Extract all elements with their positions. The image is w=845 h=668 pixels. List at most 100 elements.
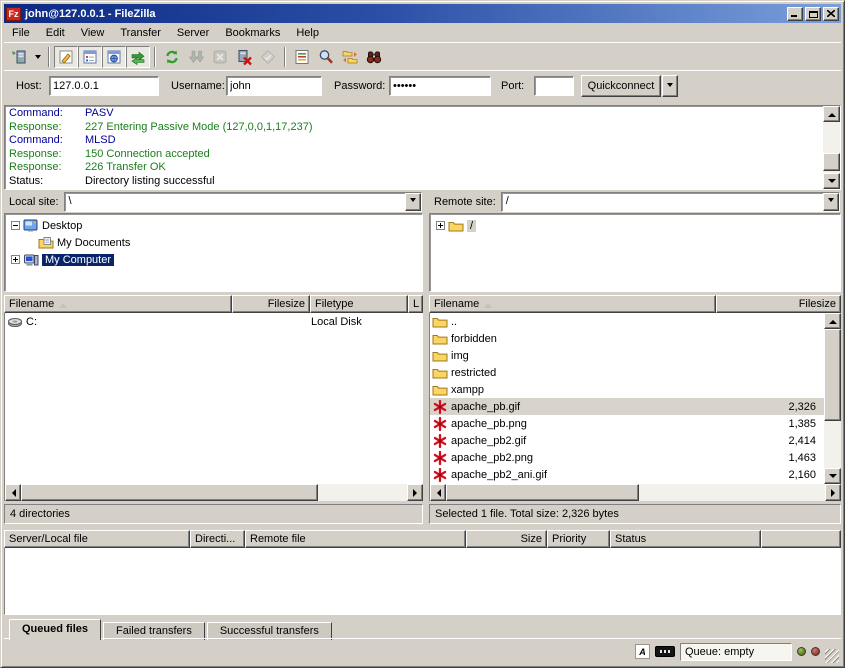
- synchronized-browsing-icon[interactable]: [338, 46, 362, 68]
- scroll-left-icon[interactable]: [430, 484, 446, 501]
- remote-site-dropdown-icon[interactable]: [823, 193, 839, 211]
- menu-bookmarks[interactable]: Bookmarks: [217, 25, 288, 41]
- remote-site-bar: Remote site: /: [429, 191, 841, 212]
- column-server-local-file[interactable]: Server/Local file: [4, 530, 190, 548]
- process-queue-icon[interactable]: [184, 46, 208, 68]
- scrollbar-thumb[interactable]: [823, 153, 840, 171]
- menu-edit[interactable]: Edit: [38, 25, 73, 41]
- menu-view[interactable]: View: [73, 25, 113, 41]
- folder-icon: [432, 348, 448, 364]
- column-filesize[interactable]: Filesize: [716, 295, 841, 313]
- title-bar[interactable]: Fz john@127.0.0.1 - FileZilla: [4, 4, 841, 23]
- remote-file-row[interactable]: apache_pb.png 1,385: [430, 415, 824, 432]
- site-manager-icon[interactable]: [7, 46, 31, 68]
- expand-icon[interactable]: [436, 221, 445, 230]
- remote-site-combobox[interactable]: /: [501, 192, 840, 212]
- column-filename[interactable]: Filename: [4, 295, 232, 313]
- tree-item-my-computer[interactable]: My Computer: [11, 251, 422, 268]
- remote-folder-row[interactable]: img: [430, 347, 824, 364]
- scrollbar-thumb[interactable]: [21, 484, 318, 501]
- column-status[interactable]: Status: [610, 530, 761, 548]
- toggle-message-log-icon[interactable]: [54, 46, 78, 68]
- local-site-combobox[interactable]: \: [64, 192, 422, 212]
- remote-horizontal-scrollbar[interactable]: [429, 484, 841, 501]
- scroll-right-icon[interactable]: [407, 484, 423, 501]
- scroll-left-icon[interactable]: [5, 484, 21, 501]
- port-input[interactable]: [534, 76, 574, 96]
- toggle-remote-tree-icon[interactable]: [102, 46, 126, 68]
- column-filetype[interactable]: Filetype: [310, 295, 408, 313]
- remote-folder-row[interactable]: forbidden: [430, 330, 824, 347]
- tree-item-desktop[interactable]: Desktop: [11, 217, 422, 234]
- disconnect-icon[interactable]: [232, 46, 256, 68]
- local-site-dropdown-icon[interactable]: [405, 193, 421, 211]
- scroll-down-icon[interactable]: [823, 173, 840, 189]
- abort-icon[interactable]: [256, 46, 280, 68]
- column-direction[interactable]: Directi...: [190, 530, 245, 548]
- remote-folder-row[interactable]: restricted: [430, 364, 824, 381]
- local-file-row[interactable]: C: Local Disk: [5, 313, 422, 330]
- menu-help[interactable]: Help: [288, 25, 327, 41]
- encryption-indicator-icon[interactable]: [655, 646, 675, 657]
- scrollbar-thumb[interactable]: [446, 484, 639, 501]
- maximize-button[interactable]: [805, 7, 821, 21]
- remote-file-list[interactable]: .. forbidden img restricted xampp: [429, 313, 841, 484]
- host-input[interactable]: [49, 76, 159, 96]
- username-input[interactable]: [226, 76, 322, 96]
- send-indicator-led: [811, 647, 820, 656]
- tree-item-my-documents[interactable]: My Documents: [11, 234, 422, 251]
- close-button[interactable]: [823, 7, 839, 21]
- remote-file-row[interactable]: apache_pb2.gif 2,414: [430, 432, 824, 449]
- queue-list[interactable]: [4, 548, 841, 615]
- filezilla-window: Fz john@127.0.0.1 - FileZilla File Edit …: [0, 0, 845, 668]
- scroll-down-icon[interactable]: [824, 468, 841, 484]
- column-priority[interactable]: Priority: [547, 530, 610, 548]
- quickconnect-button[interactable]: Quickconnect: [581, 75, 661, 97]
- column-size[interactable]: Size: [466, 530, 547, 548]
- password-input[interactable]: [389, 76, 491, 96]
- refresh-icon[interactable]: [160, 46, 184, 68]
- menu-file[interactable]: File: [4, 25, 38, 41]
- scroll-right-icon[interactable]: [825, 484, 841, 501]
- column-filename[interactable]: Filename: [429, 295, 716, 313]
- scrollbar-thumb[interactable]: [824, 329, 841, 421]
- menu-server[interactable]: Server: [169, 25, 217, 41]
- remote-file-row[interactable]: apache_pb2.png 1,463: [430, 449, 824, 466]
- quickconnect-dropdown-icon[interactable]: [662, 75, 678, 97]
- column-last-modified[interactable]: L: [408, 295, 423, 313]
- column-filesize[interactable]: Filesize: [232, 295, 310, 313]
- site-manager-dropdown-icon[interactable]: [31, 46, 44, 68]
- toolbar-separator: [48, 47, 50, 67]
- local-directory-tree[interactable]: Desktop My Documents My Computer: [4, 213, 423, 292]
- remote-file-row-selected[interactable]: apache_pb.gif 2,326: [430, 398, 824, 415]
- image-file-icon: [432, 450, 448, 466]
- folder-icon: [432, 331, 448, 347]
- status-bar: A Queue: empty: [4, 638, 841, 664]
- cancel-icon[interactable]: [208, 46, 232, 68]
- log-vertical-scrollbar[interactable]: [823, 106, 840, 189]
- resize-grip[interactable]: [825, 649, 839, 663]
- local-horizontal-scrollbar[interactable]: [4, 484, 423, 501]
- find-files-icon[interactable]: [362, 46, 386, 68]
- remote-file-row[interactable]: apache_pb2_ani.gif 2,160: [430, 466, 824, 483]
- tab-queued-files[interactable]: Queued files: [9, 619, 101, 640]
- toggle-local-tree-icon[interactable]: [78, 46, 102, 68]
- remote-folder-row[interactable]: ..: [430, 313, 824, 330]
- minimize-button[interactable]: [787, 7, 803, 21]
- toggle-transfer-queue-icon[interactable]: [126, 46, 150, 68]
- scroll-up-icon[interactable]: [823, 106, 840, 122]
- column-remote-file[interactable]: Remote file: [245, 530, 466, 548]
- menu-transfer[interactable]: Transfer: [112, 25, 169, 41]
- directory-comparison-icon[interactable]: [314, 46, 338, 68]
- scroll-up-icon[interactable]: [824, 313, 841, 329]
- remote-directory-tree[interactable]: /: [429, 213, 841, 292]
- filter-icon[interactable]: [290, 46, 314, 68]
- remote-folder-row[interactable]: xampp: [430, 381, 824, 398]
- tree-item-root[interactable]: /: [436, 217, 840, 234]
- message-log: Command:PASV Response:227 Entering Passi…: [4, 105, 841, 190]
- collapse-icon[interactable]: [11, 221, 20, 230]
- data-type-indicator-icon[interactable]: A: [635, 644, 650, 659]
- remote-vertical-scrollbar[interactable]: [824, 313, 841, 484]
- local-file-list[interactable]: C: Local Disk: [4, 313, 423, 484]
- expand-icon[interactable]: [11, 255, 20, 264]
